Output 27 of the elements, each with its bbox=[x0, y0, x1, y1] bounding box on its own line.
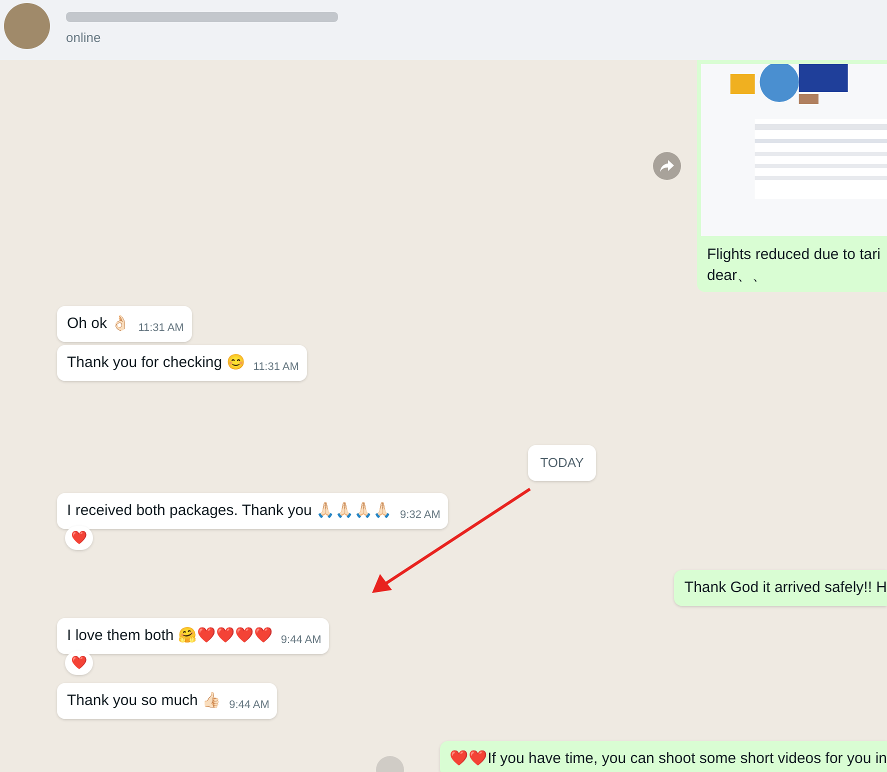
message-time: 9:32 AM bbox=[400, 508, 440, 522]
reaction-badge[interactable]: ❤ bbox=[65, 526, 93, 550]
date-separator: TODAY bbox=[528, 445, 596, 480]
message-text: Flights reduced due to tari dear、、 bbox=[706, 245, 882, 286]
outgoing-message[interactable]: Thank God it arrived safely!! H bbox=[674, 570, 887, 606]
message-text: ❤❤If you have time, you can shoot some short videos for you in bbox=[450, 748, 887, 768]
message-time: 9:44 AM bbox=[229, 698, 270, 712]
reaction-badge[interactable]: ❤ bbox=[65, 650, 93, 674]
message-time: 11:31 AM bbox=[138, 321, 184, 335]
message-text: Thank you for checking 😊 bbox=[67, 353, 246, 373]
image-message[interactable]: Flights reduced due to tari dear、、 bbox=[697, 60, 887, 292]
message-text: I received both packages. Thank you 🙏🏻🙏🏻🙏🏻🙏🏻 bbox=[67, 500, 392, 520]
incoming-message[interactable]: Thank you for checking 😊 11:31 AM bbox=[57, 345, 307, 381]
incoming-message[interactable]: I received both packages. Thank you 🙏🏻🙏🏻🙏🏻🙏🏻 9:32 AM bbox=[57, 492, 448, 528]
avatar[interactable] bbox=[4, 3, 50, 49]
message-text: Oh ok 👌🏻 bbox=[67, 314, 130, 334]
incoming-message[interactable]: Oh ok 👌🏻 11:31 AM bbox=[57, 306, 192, 342]
forward-icon[interactable] bbox=[653, 152, 681, 180]
message-time: 9:44 AM bbox=[280, 632, 322, 646]
message-text: Thank you so much 👍🏻 bbox=[67, 690, 222, 710]
message-text: Thank God it arrived safely!! H bbox=[684, 578, 887, 598]
message-text: I love them both 🤗❤❤❤❤ bbox=[67, 626, 273, 646]
incoming-message[interactable]: I love them both 🤗❤❤❤❤ 9:44 AM bbox=[57, 618, 330, 654]
outgoing-message[interactable]: ❤❤If you have time, you can shoot some short videos for you in bbox=[440, 740, 887, 772]
message-time: 11:31 AM bbox=[253, 360, 299, 374]
contact-status: online bbox=[66, 29, 102, 48]
incoming-message[interactable]: Thank you so much 👍🏻 9:44 AM bbox=[57, 682, 278, 718]
